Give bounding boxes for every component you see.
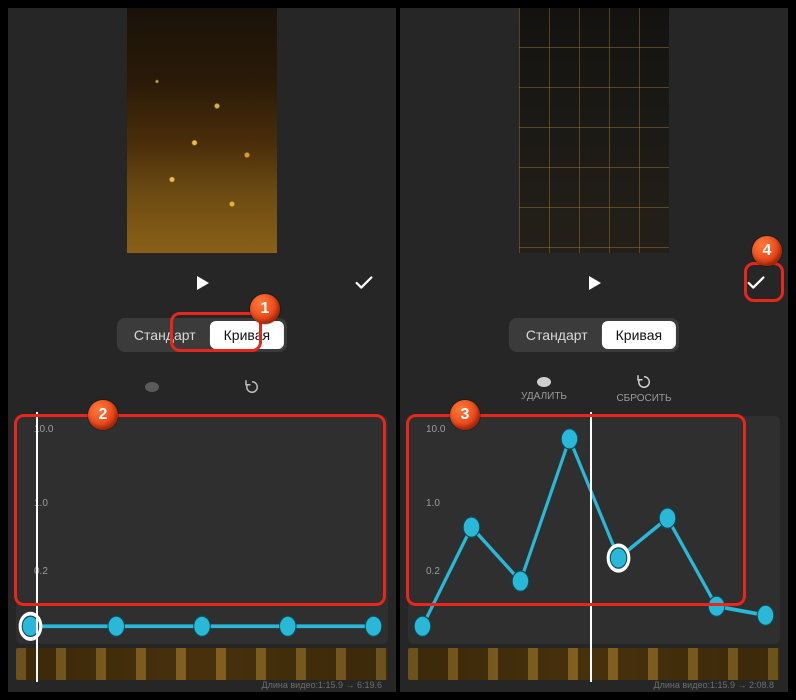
video-length-footer: Длина видео:1:15.9 → 6:19.6 — [262, 680, 382, 690]
curve-point[interactable] — [414, 616, 431, 636]
curve-point[interactable] — [194, 616, 211, 636]
callout-4: 4 — [752, 236, 782, 266]
video-preview[interactable] — [127, 8, 277, 253]
curve-point[interactable] — [280, 616, 297, 636]
timeline-thumbstrip[interactable] — [16, 648, 388, 680]
preview-controls — [8, 263, 396, 303]
curve-tools — [8, 366, 396, 410]
playhead[interactable] — [590, 412, 592, 682]
video-preview[interactable] — [519, 8, 669, 253]
curve-point[interactable] — [757, 605, 774, 625]
curve-point[interactable] — [108, 616, 125, 636]
delete-label: УДАЛИТЬ — [521, 391, 567, 402]
delete-point-button[interactable]: УДАЛИТЬ — [514, 375, 574, 402]
curve-point[interactable] — [463, 517, 480, 537]
delete-point-button[interactable] — [122, 380, 182, 396]
speed-curve-graph[interactable]: 10.0 1.0 0.2 — [16, 416, 388, 644]
curve-point[interactable] — [365, 616, 382, 636]
reset-button[interactable] — [222, 378, 282, 398]
left-pane: Стандарт Кривая 10.0 1.0 0.2 — [8, 8, 396, 692]
callout-3: 3 — [450, 400, 480, 430]
reset-button[interactable]: СБРОСИТЬ — [614, 373, 674, 404]
segment-standard[interactable]: Стандарт — [120, 321, 210, 349]
screenshot-pair: Стандарт Кривая 10.0 1.0 0.2 — [0, 0, 796, 700]
confirm-button[interactable] — [738, 265, 774, 301]
curve-point[interactable] — [659, 508, 676, 528]
curve-svg-right[interactable] — [408, 416, 780, 644]
play-button[interactable] — [576, 265, 612, 301]
curve-point[interactable] — [708, 596, 725, 616]
callout-1: 1 — [250, 294, 280, 324]
segment-standard[interactable]: Стандарт — [512, 321, 602, 349]
curve-point[interactable] — [610, 548, 627, 568]
playhead[interactable] — [36, 412, 38, 682]
speed-mode-segmented: Стандарт Кривая — [509, 318, 679, 352]
curve-point[interactable] — [561, 429, 578, 449]
curve-point[interactable] — [512, 571, 529, 591]
confirm-button[interactable] — [346, 265, 382, 301]
segment-curve[interactable]: Кривая — [602, 321, 676, 349]
play-button[interactable] — [184, 265, 220, 301]
segment-curve[interactable]: Кривая — [210, 321, 284, 349]
speed-curve-graph[interactable]: 10.0 1.0 0.2 — [408, 416, 780, 644]
reset-label: СБРОСИТЬ — [616, 393, 671, 404]
preview-controls — [400, 263, 788, 303]
timeline-thumbstrip[interactable] — [408, 648, 780, 680]
callout-2: 2 — [88, 400, 118, 430]
video-length-footer: Длина видео:1:15.9 → 2:08.8 — [654, 680, 774, 690]
curve-svg-left[interactable] — [16, 416, 388, 644]
right-pane: Стандарт Кривая УДАЛИТЬ СБРОСИТЬ 10.0 1.… — [400, 8, 788, 692]
